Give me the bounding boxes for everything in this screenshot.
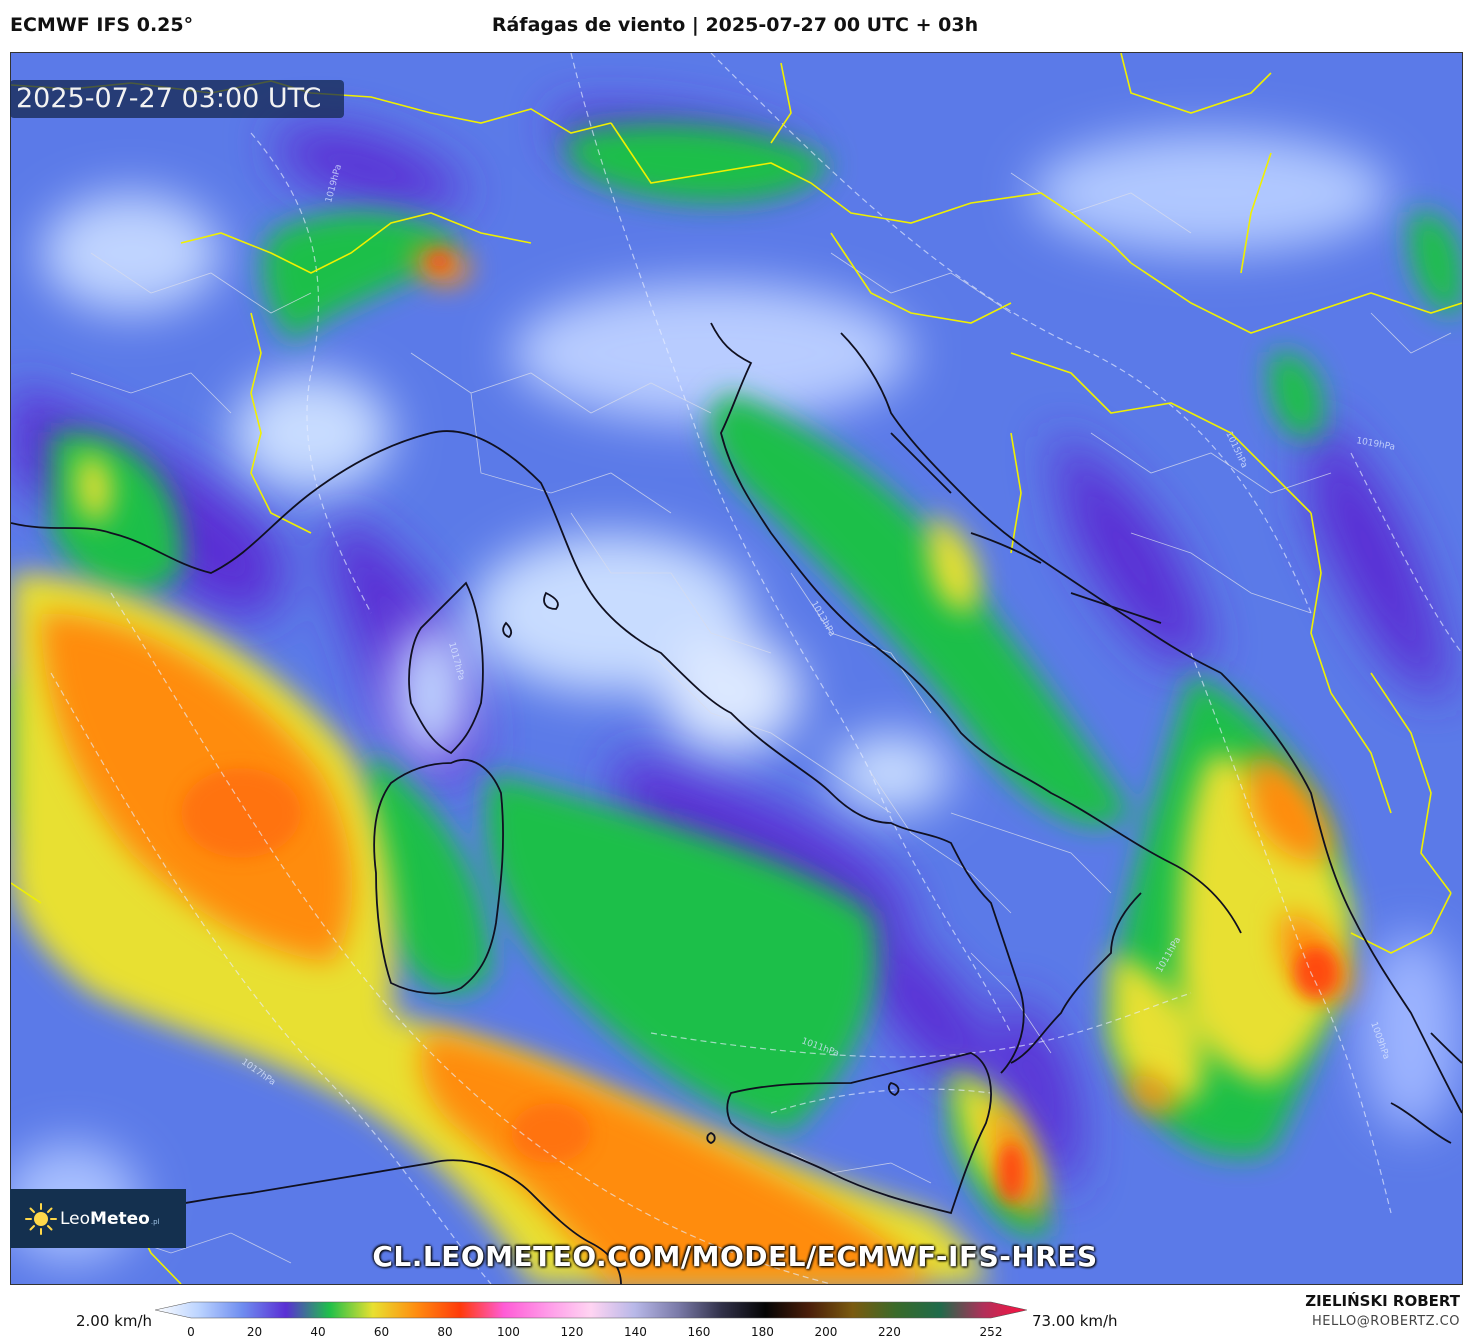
valid-time-label: 2025-07-27 03:00 UTC bbox=[10, 80, 344, 118]
legend-tick: 20 bbox=[246, 1325, 263, 1339]
legend-tick: 180 bbox=[750, 1325, 774, 1339]
legend-tick: 200 bbox=[814, 1325, 838, 1339]
legend-tick: 60 bbox=[373, 1325, 390, 1339]
legend-tick: 220 bbox=[877, 1325, 901, 1339]
logo-wordmark: LeoMeteo.pl bbox=[60, 1208, 160, 1229]
map-title: Ráfagas de viento | 2025-07-27 00 UTC + … bbox=[491, 14, 979, 36]
legend-tick: 100 bbox=[497, 1325, 520, 1339]
legend-tick: 40 bbox=[310, 1325, 326, 1339]
legend-min-label: 2.00 km/h bbox=[76, 1312, 153, 1330]
author-email[interactable]: HELLO@ROBERTZ.CO bbox=[1312, 1314, 1460, 1329]
legend-tick: 252 bbox=[979, 1325, 1003, 1339]
wind-gust-field: 1019hPa 1017hPa 1017hPa 1015hPa 1013hPa … bbox=[11, 53, 1462, 1284]
sun-icon bbox=[25, 1202, 57, 1235]
source-url-watermark: CL.LEOMETEO.COM/MODEL/ECMWF-IFS-HRES bbox=[372, 1240, 1098, 1273]
legend-tick: 140 bbox=[623, 1325, 647, 1339]
wind-gust-map[interactable]: 1019hPa 1017hPa 1017hPa 1015hPa 1013hPa … bbox=[10, 52, 1463, 1285]
legend-tick: 0 bbox=[187, 1325, 195, 1339]
legend-colorbar bbox=[155, 1301, 1027, 1319]
legend-tick: 160 bbox=[687, 1325, 711, 1339]
legend-tick: 120 bbox=[560, 1325, 584, 1339]
author-name: ZIELIŃSKI ROBERT bbox=[1305, 1292, 1460, 1310]
legend-max-label: 73.00 km/h bbox=[1032, 1312, 1118, 1330]
legend-tick: 80 bbox=[437, 1325, 453, 1339]
